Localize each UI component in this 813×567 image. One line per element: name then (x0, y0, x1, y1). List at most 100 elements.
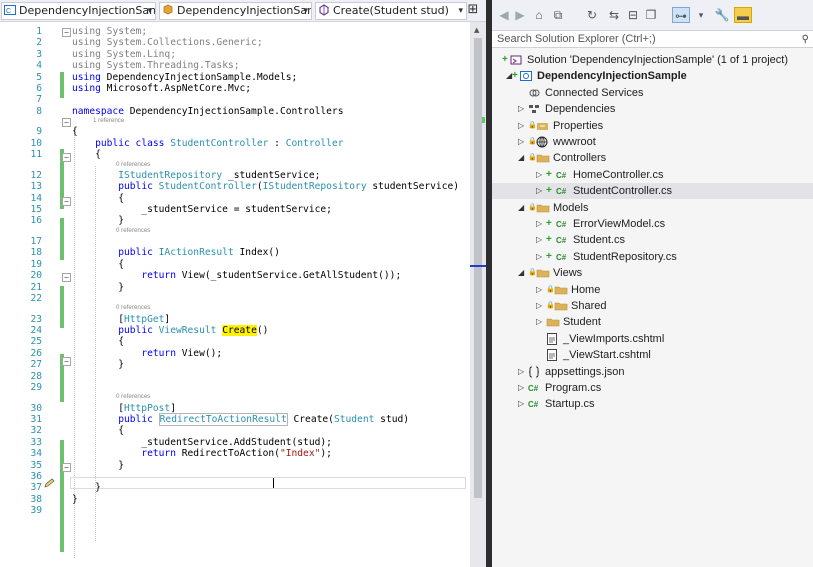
code-line[interactable]: 10 public class StudentController : Cont… (0, 138, 470, 150)
collapsed-arrow-icon[interactable]: ▷ (518, 118, 526, 134)
code-line[interactable]: 22 (0, 293, 470, 305)
tree-item-solution-dependencyinjectionsample-1-of-1-project[interactable]: + Solution 'DependencyInjectionSample' (1… (492, 52, 813, 68)
code-line[interactable]: 38} (0, 494, 470, 506)
code-line[interactable]: 39 (0, 505, 470, 517)
expanded-arrow-icon[interactable]: ◢ (518, 200, 526, 216)
tree-item-shared[interactable]: ▷ 🔒 Shared (492, 298, 813, 314)
tree-item-viewimports-cshtml[interactable]: _ViewImports.cshtml (492, 331, 813, 347)
code-line[interactable]: 19 { (0, 259, 470, 271)
scrollbar-thumb[interactable] (474, 38, 482, 498)
pin-icon[interactable]: ▬ (734, 7, 752, 23)
tree-item-connected-services[interactable]: Connected Services (492, 85, 813, 101)
expanded-arrow-icon[interactable]: ◢ (518, 150, 526, 166)
code-text-area[interactable]: − − − − − − − 1 using System; 2 using Syste… (0, 22, 470, 567)
code-line[interactable]: 8 namespace DependencyInjectionSample.Con… (0, 106, 470, 118)
tree-item-home[interactable]: ▷ 🔒 Home (492, 282, 813, 298)
code-line[interactable]: 33 _studentService.AddStudent(stud); (0, 437, 470, 449)
code-line[interactable]: 25 { (0, 336, 470, 348)
code-line[interactable]: 32 { (0, 425, 470, 437)
collapsed-arrow-icon[interactable]: ▷ (536, 183, 544, 199)
collapsed-arrow-icon[interactable]: ▷ (518, 396, 526, 412)
code-line[interactable]: 4 using System.Threading.Tasks; (0, 60, 470, 72)
code-line[interactable]: 34 return RedirectToAction("Index"); (0, 448, 470, 460)
code-line[interactable]: 15 _studentService = studentService; (0, 204, 470, 216)
collapsed-arrow-icon[interactable]: ▷ (536, 249, 544, 265)
code-line[interactable]: 3 using System.Linq; (0, 49, 470, 61)
tree-item-studentcontroller-cs[interactable]: ▷ + C# StudentController.cs (492, 183, 813, 200)
code-line[interactable]: 20 return View(_studentService.GetAllStu… (0, 270, 470, 282)
tree-item-student[interactable]: ▷ Student (492, 314, 813, 330)
codelens-references[interactable]: 0 references (116, 226, 150, 235)
sync-icon[interactable]: ⇆ (608, 7, 620, 23)
tree-item-program-cs[interactable]: ▷ C# Program.cs (492, 380, 813, 396)
collapsed-arrow-icon[interactable]: ▷ (536, 167, 544, 183)
back-icon[interactable]: ◀ (498, 7, 510, 23)
code-line[interactable]: 24 public ViewResult Create() (0, 325, 470, 337)
member-dropdown[interactable]: Create(Student stud) ▾ (315, 2, 467, 20)
tree-item-models[interactable]: ◢ 🔒 Models (492, 200, 813, 216)
forward-icon[interactable]: ▶ (514, 7, 526, 23)
collapsed-arrow-icon[interactable]: ▷ (518, 134, 526, 150)
code-line[interactable]: 14 { (0, 193, 470, 205)
tree-item-homecontroller-cs[interactable]: ▷ + C# HomeController.cs (492, 167, 813, 183)
expanded-arrow-icon[interactable]: ◢ (518, 265, 526, 281)
tree-item-student-cs[interactable]: ▷ + C# Student.cs (492, 232, 813, 248)
collapse-all-icon[interactable]: ⊟ (626, 7, 640, 23)
project-dropdown[interactable]: C DependencyInjectionSan ▾ (1, 2, 156, 20)
code-line[interactable]: 6 using Microsoft.AspNetCore.Mvc; (0, 83, 470, 95)
code-line[interactable]: 5 using DependencyInjectionSample.Models; (0, 72, 470, 84)
code-line[interactable]: 29 (0, 382, 470, 394)
tree-item-views[interactable]: ◢ 🔒 Views (492, 265, 813, 281)
code-line[interactable]: 1 using System; (0, 26, 470, 38)
collapsed-arrow-icon[interactable]: ▷ (536, 282, 544, 298)
home-icon[interactable]: ⌂ (532, 7, 546, 23)
tree-item-appsettings-json[interactable]: ▷ appsettings.json (492, 364, 813, 380)
collapsed-arrow-icon[interactable]: ▷ (518, 364, 526, 380)
codelens-references[interactable]: 1 reference (93, 116, 124, 125)
collapsed-arrow-icon[interactable]: ▷ (536, 216, 544, 232)
codelens-references[interactable]: 0 references (116, 392, 150, 401)
code-line[interactable]: 16 } (0, 215, 470, 227)
collapsed-arrow-icon[interactable]: ▷ (518, 101, 526, 117)
collapsed-arrow-icon[interactable]: ▷ (536, 232, 544, 248)
preview-icon[interactable]: ⊶ (672, 7, 690, 23)
collapsed-arrow-icon[interactable]: ▷ (536, 314, 544, 330)
collapsed-arrow-icon[interactable]: ▷ (536, 298, 544, 314)
code-line[interactable]: 17 (0, 236, 470, 248)
code-line[interactable]: 35 } (0, 460, 470, 472)
chevron-down-icon[interactable]: ▾ (696, 7, 706, 23)
switch-views-icon[interactable]: ⧉ (550, 7, 566, 23)
code-line[interactable]: 23 [HttpGet] (0, 314, 470, 326)
code-line[interactable]: 7 (0, 94, 470, 106)
show-all-files-icon[interactable]: ❐ (644, 7, 658, 23)
collapsed-arrow-icon[interactable]: ▷ (518, 380, 526, 396)
class-dropdown[interactable]: DependencyInjectionSan ▾ (159, 2, 312, 20)
codelens-references[interactable]: 0 references (116, 160, 150, 169)
code-line[interactable]: 36 (0, 471, 470, 483)
tree-item-controllers[interactable]: ◢ 🔒 Controllers (492, 150, 813, 166)
code-editor[interactable]: C DependencyInjectionSan ▾ DependencyInje… (0, 0, 486, 567)
code-line[interactable]: 11 { (0, 149, 470, 161)
split-window-icon[interactable]: ⊞ (466, 3, 480, 19)
code-line[interactable]: 28 (0, 371, 470, 383)
search-icon[interactable]: ⚲ (802, 32, 809, 48)
code-line[interactable]: 37 } (0, 482, 470, 494)
codelens-references[interactable]: 0 references (116, 303, 150, 312)
tree-item-properties[interactable]: ▷ 🔒 Properties (492, 118, 813, 134)
tree-item-dependencyinjectionsample[interactable]: ◢ + DependencyInjectionSample (492, 68, 813, 84)
solution-search-input[interactable]: Search Solution Explorer (Ctrl+;) ⚲ (492, 30, 813, 48)
code-line[interactable]: 12 IStudentRepository _studentService; (0, 170, 470, 182)
scroll-up-icon[interactable]: ▲ (474, 26, 479, 34)
vertical-scrollbar[interactable]: ▲ (470, 22, 486, 567)
code-line[interactable]: 21 } (0, 282, 470, 294)
code-line[interactable]: 2 using System.Collections.Generic; (0, 37, 470, 49)
tree-item-dependencies[interactable]: ▷ Dependencies (492, 101, 813, 117)
pending-changes-icon[interactable]: ↻ (584, 7, 600, 23)
code-line[interactable]: 26 return View(); (0, 348, 470, 360)
tree-item-studentrepository-cs[interactable]: ▷ + C# StudentRepository.cs (492, 249, 813, 265)
tree-item-viewstart-cshtml[interactable]: _ViewStart.cshtml (492, 347, 813, 363)
code-line[interactable]: 27 } (0, 359, 470, 371)
properties-wrench-icon[interactable]: 🔧 (714, 7, 730, 23)
tree-item-errorviewmodel-cs[interactable]: ▷ + C# ErrorViewModel.cs (492, 216, 813, 232)
tree-item-startup-cs[interactable]: ▷ C# Startup.cs (492, 396, 813, 412)
